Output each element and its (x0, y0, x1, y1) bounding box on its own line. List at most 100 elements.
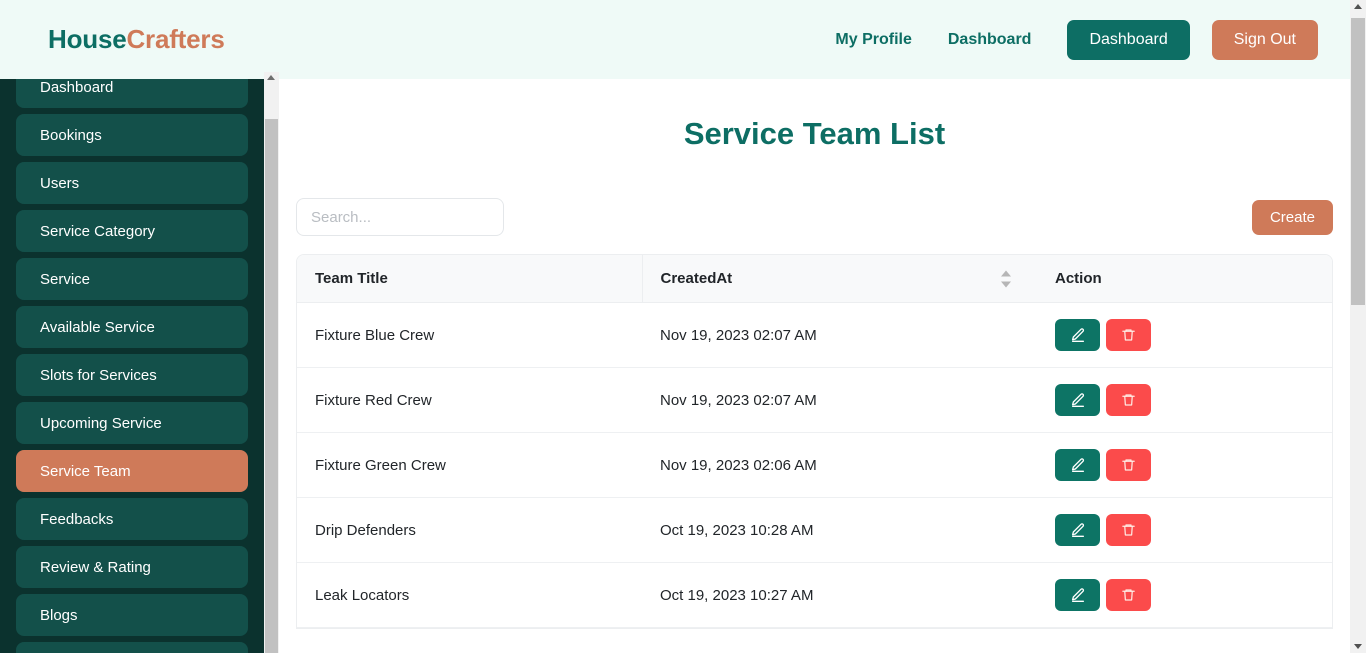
cell-action (1037, 563, 1332, 628)
sidebar-item-slots-for-services[interactable]: Slots for Services (16, 354, 248, 396)
sidebar-item-label: Available Service (40, 319, 155, 336)
service-team-table: Team Title CreatedAt Action Fixture Blue… (297, 255, 1332, 628)
cell-created-at: Oct 19, 2023 10:28 AM (642, 498, 1037, 563)
sidebar: Dashboard Bookings Users Service Category Se… (0, 72, 264, 653)
trash-icon (1121, 522, 1136, 538)
sidebar-item-service[interactable]: Service (16, 258, 248, 300)
navbar-actions: My Profile Dashboard Dashboard Sign Out (817, 20, 1318, 60)
sidebar-item-label: Upcoming Service (40, 415, 162, 432)
trash-icon (1121, 587, 1136, 603)
create-button[interactable]: Create (1252, 200, 1333, 235)
sidebar-item-users[interactable]: Users (16, 162, 248, 204)
edit-button[interactable] (1055, 384, 1100, 416)
edit-button[interactable] (1055, 579, 1100, 611)
column-header-action: Action (1037, 255, 1332, 303)
sidebar-item-available-service[interactable]: Available Service (16, 306, 248, 348)
table-header-row: Team Title CreatedAt Action (297, 255, 1332, 303)
service-team-table-container: Team Title CreatedAt Action Fixture Blue… (296, 254, 1333, 629)
nav-link-dashboard[interactable]: Dashboard (930, 31, 1050, 49)
top-navbar: HouseCrafters My Profile Dashboard Dashb… (0, 0, 1350, 79)
sidebar-item-partial[interactable] (16, 642, 248, 653)
table-row: Fixture Green CrewNov 19, 2023 02:06 AM (297, 433, 1332, 498)
search-input[interactable] (296, 198, 504, 236)
cell-action (1037, 498, 1332, 563)
pencil-icon (1070, 522, 1086, 538)
pencil-icon (1070, 587, 1086, 603)
cell-team-title: Leak Locators (297, 563, 642, 628)
sidebar-item-review-rating[interactable]: Review & Rating (16, 546, 248, 588)
sidebar-item-label: Service Team (40, 463, 131, 480)
sidebar-item-label: Feedbacks (40, 511, 113, 528)
page-scroll-down-arrow-icon[interactable] (1354, 644, 1362, 649)
sidebar-item-label: Blogs (40, 607, 78, 624)
pencil-icon (1070, 327, 1086, 343)
table-row: Fixture Blue CrewNov 19, 2023 02:07 AM (297, 303, 1332, 368)
delete-button[interactable] (1106, 319, 1151, 351)
brand-logo[interactable]: HouseCrafters (48, 24, 225, 55)
cell-created-at: Nov 19, 2023 02:06 AM (642, 433, 1037, 498)
trash-icon (1121, 392, 1136, 408)
sort-toggle-icon[interactable] (1001, 270, 1011, 287)
cell-team-title: Fixture Red Crew (297, 368, 642, 433)
chevron-down-icon (1001, 281, 1011, 287)
cell-team-title: Fixture Green Crew (297, 433, 642, 498)
row-action-group (1055, 319, 1314, 351)
table-row: Fixture Red CrewNov 19, 2023 02:07 AM (297, 368, 1332, 433)
delete-button[interactable] (1106, 384, 1151, 416)
sidebar-item-service-category[interactable]: Service Category (16, 210, 248, 252)
sidebar-item-service-team[interactable]: Service Team (16, 450, 248, 492)
pencil-icon (1070, 392, 1086, 408)
cell-action (1037, 368, 1332, 433)
trash-icon (1121, 457, 1136, 473)
sidebar-item-label: Service Category (40, 223, 155, 240)
brand-logo-part-one: House (48, 24, 126, 54)
sidebar-item-label: Service (40, 271, 90, 288)
column-header-created-at[interactable]: CreatedAt (642, 255, 1037, 303)
page-scroll-up-arrow-icon[interactable] (1354, 4, 1362, 9)
scroll-up-arrow-icon[interactable] (267, 75, 275, 80)
sidebar-scrollbar-thumb[interactable] (265, 119, 278, 653)
table-body: Fixture Blue CrewNov 19, 2023 02:07 AMFi… (297, 303, 1332, 628)
sign-out-button[interactable]: Sign Out (1212, 20, 1318, 60)
cell-team-title: Fixture Blue Crew (297, 303, 642, 368)
cell-action (1037, 303, 1332, 368)
row-action-group (1055, 384, 1314, 416)
delete-button[interactable] (1106, 514, 1151, 546)
sidebar-item-upcoming-service[interactable]: Upcoming Service (16, 402, 248, 444)
cell-created-at: Oct 19, 2023 10:27 AM (642, 563, 1037, 628)
sidebar-scrollbar[interactable] (264, 72, 279, 653)
main-content: Service Team List Create Team Title Crea… (279, 72, 1350, 653)
edit-button[interactable] (1055, 319, 1100, 351)
edit-button[interactable] (1055, 449, 1100, 481)
pencil-icon (1070, 457, 1086, 473)
row-action-group (1055, 514, 1314, 546)
table-toolbar: Create (279, 198, 1350, 236)
chevron-up-icon (1001, 270, 1011, 276)
trash-icon (1121, 327, 1136, 343)
sidebar-item-blogs[interactable]: Blogs (16, 594, 248, 636)
cell-team-title: Drip Defenders (297, 498, 642, 563)
row-action-group (1055, 579, 1314, 611)
column-header-created-at-label: CreatedAt (661, 270, 733, 287)
delete-button[interactable] (1106, 449, 1151, 481)
page-scrollbar-thumb[interactable] (1351, 18, 1365, 305)
table-row: Drip DefendersOct 19, 2023 10:28 AM (297, 498, 1332, 563)
cell-created-at: Nov 19, 2023 02:07 AM (642, 303, 1037, 368)
cell-created-at: Nov 19, 2023 02:07 AM (642, 368, 1037, 433)
sidebar-item-list: Dashboard Bookings Users Service Category Se… (0, 72, 264, 653)
sidebar-item-bookings[interactable]: Bookings (16, 114, 248, 156)
column-header-team-title[interactable]: Team Title (297, 255, 642, 303)
page-title: Service Team List (279, 116, 1350, 152)
nav-link-my-profile[interactable]: My Profile (817, 31, 929, 49)
sidebar-item-label: Slots for Services (40, 367, 157, 384)
sidebar-item-label: Review & Rating (40, 559, 151, 576)
table-row: Leak LocatorsOct 19, 2023 10:27 AM (297, 563, 1332, 628)
table-head: Team Title CreatedAt Action (297, 255, 1332, 303)
delete-button[interactable] (1106, 579, 1151, 611)
sidebar-item-feedbacks[interactable]: Feedbacks (16, 498, 248, 540)
edit-button[interactable] (1055, 514, 1100, 546)
sidebar-item-label: Users (40, 175, 79, 192)
page-scrollbar[interactable] (1350, 0, 1366, 653)
sidebar-item-label: Dashboard (40, 79, 113, 96)
dashboard-button[interactable]: Dashboard (1067, 20, 1189, 60)
